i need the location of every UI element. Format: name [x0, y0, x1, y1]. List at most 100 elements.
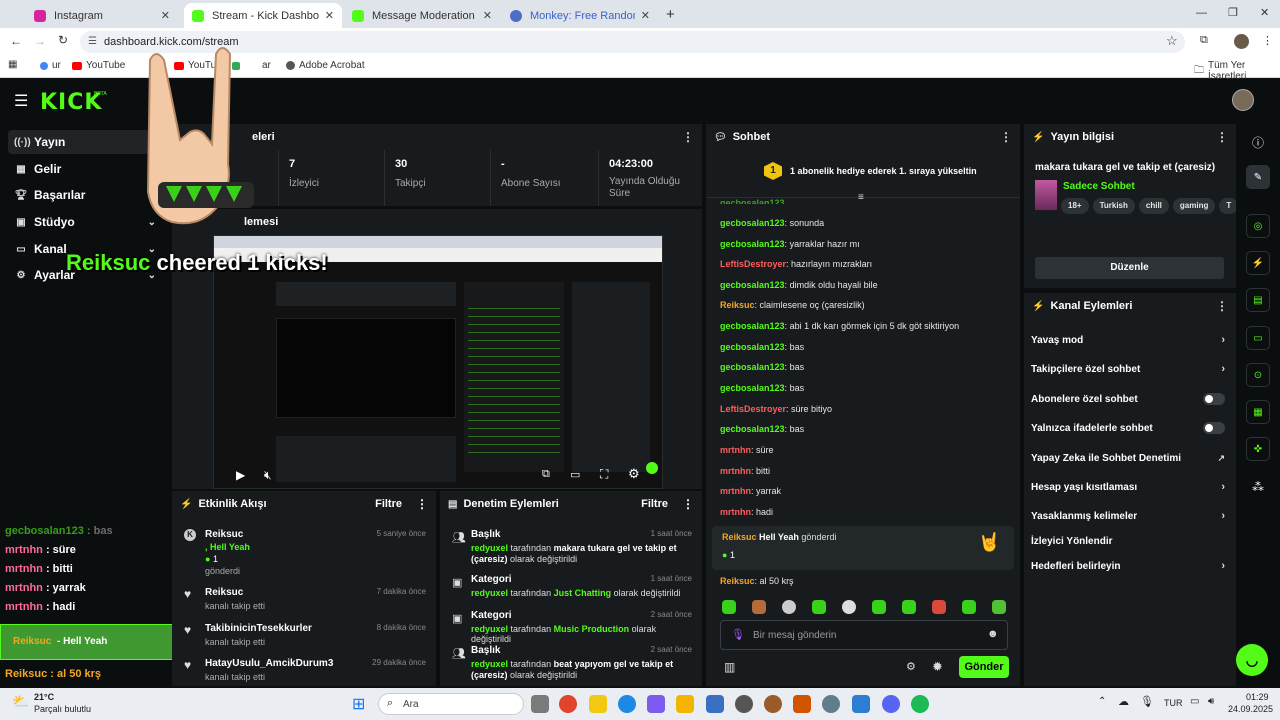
- restore-button[interactable]: ❐: [1228, 6, 1238, 19]
- bookmark-google[interactable]: ur: [40, 60, 61, 71]
- collapse-icon[interactable]: ≡: [858, 192, 864, 203]
- spotify-icon[interactable]: [911, 695, 929, 713]
- bookmark-star-icon[interactable]: ☆: [1166, 33, 1178, 49]
- emote-icon[interactable]: [842, 600, 856, 614]
- user-avatar[interactable]: [1232, 89, 1254, 111]
- edit-pencil-icon[interactable]: ✎: [1246, 165, 1270, 189]
- pinned-subscribe-goal[interactable]: 1 1 abonelik hediye ederek 1. sıraya yük…: [706, 154, 1020, 203]
- emoji-icon[interactable]: ☻: [987, 628, 999, 640]
- chat-username[interactable]: gecbosalan123: [720, 342, 785, 352]
- minimize-button[interactable]: —: [1196, 7, 1207, 19]
- chrome-icon[interactable]: [559, 695, 577, 713]
- emote-icon[interactable]: [872, 600, 886, 614]
- settings-app-icon[interactable]: [822, 695, 840, 713]
- help-chat-button[interactable]: ◡: [1236, 644, 1268, 676]
- back-arrow-icon[interactable]: ←: [10, 34, 22, 48]
- chat-settings-icon[interactable]: ⚙: [906, 660, 916, 673]
- file-explorer-icon[interactable]: [676, 695, 694, 713]
- target-icon[interactable]: ◎: [1246, 214, 1270, 238]
- shop-icon[interactable]: ▥: [724, 660, 735, 674]
- edge-icon[interactable]: [618, 695, 636, 713]
- tab-kick-dashboard[interactable]: Stream - Kick Dashboard ✕: [184, 3, 342, 28]
- store-icon[interactable]: [706, 695, 724, 713]
- info-icon[interactable]: ⓘ: [1252, 134, 1264, 151]
- action-set-goals[interactable]: Hedefleri belirleyin ›: [1031, 557, 1231, 575]
- chat-username[interactable]: mrtnhn: [720, 507, 751, 517]
- emote-icon[interactable]: [812, 600, 826, 614]
- action-subscribers-only[interactable]: Abonelere özel sohbet: [1031, 390, 1231, 408]
- broadcast-tool-icon[interactable]: ⊙: [1246, 363, 1270, 387]
- play-icon[interactable]: ▶: [236, 468, 245, 482]
- action-redirect-viewers[interactable]: İzleyici Yönlendir: [1031, 532, 1231, 550]
- bookmark-youtube-1[interactable]: YouTube: [72, 60, 125, 71]
- stream-info-menu-icon[interactable]: ⋮: [1216, 130, 1228, 144]
- browser-menu-icon[interactable]: ⋮: [1262, 34, 1273, 47]
- chat-tool-icon[interactable]: ▭: [1246, 326, 1270, 350]
- chat-username[interactable]: Reiksuc: [720, 300, 755, 310]
- moderation-filter-button[interactable]: Filtre: [641, 498, 668, 510]
- tab-instagram[interactable]: Instagram ✕: [26, 3, 178, 28]
- tray-chevron-icon[interactable]: ⌃: [1098, 696, 1106, 707]
- activity-filter-button[interactable]: Filtre: [375, 498, 402, 510]
- connections-icon[interactable]: ⁂: [1252, 480, 1264, 494]
- action-followers-only[interactable]: Takipçilere özel sohbet ›: [1031, 360, 1231, 378]
- moderation-menu-icon[interactable]: ⋮: [682, 497, 694, 511]
- chat-username[interactable]: mrtnhn: [720, 445, 751, 455]
- emote-icon[interactable]: [782, 600, 796, 614]
- onedrive-icon[interactable]: ☁: [1118, 695, 1129, 708]
- wrench-icon[interactable]: ✜: [1246, 437, 1270, 461]
- edit-stream-button[interactable]: Düzenle: [1035, 257, 1224, 279]
- emote-only-toggle[interactable]: [1203, 422, 1225, 434]
- app-icon[interactable]: [735, 695, 753, 713]
- action-ai-moderation[interactable]: Yapay Zeka ile Sohbet Denetimi ↗: [1031, 449, 1231, 467]
- site-info-icon[interactable]: ☰: [88, 31, 97, 53]
- close-window-button[interactable]: ✕: [1260, 6, 1269, 19]
- chat-username[interactable]: gecbosalan123: [720, 362, 785, 372]
- mic-tray-icon[interactable]: 🎙︎: [1140, 695, 1154, 708]
- close-tab-icon[interactable]: ✕: [483, 9, 492, 22]
- sticky-notes-icon[interactable]: [589, 695, 607, 713]
- activity-menu-icon[interactable]: ⋮: [416, 497, 428, 511]
- apps-grid-icon[interactable]: ▦: [8, 59, 17, 70]
- hamburger-menu-icon[interactable]: ☰: [14, 91, 28, 111]
- bookmark-adobe[interactable]: Adobe Acrobat: [286, 60, 365, 71]
- chat-username[interactable]: gecbosalan123: [720, 280, 785, 290]
- action-slow-mode[interactable]: Yavaş mod ›: [1031, 331, 1231, 349]
- chat-username[interactable]: gecbosalan123: [720, 218, 785, 228]
- chat-username[interactable]: mrtnhn: [720, 486, 751, 496]
- close-tab-icon[interactable]: ✕: [641, 9, 650, 22]
- lightning-tool-icon[interactable]: ⚡: [1246, 251, 1270, 275]
- windows-start-icon[interactable]: ⊞: [352, 694, 365, 714]
- forward-arrow-icon[interactable]: →: [34, 34, 46, 48]
- chat-username[interactable]: gecbosalan123: [720, 321, 785, 331]
- close-tab-icon[interactable]: ✕: [325, 9, 334, 22]
- action-emote-only[interactable]: Yalnızca ifadelerle sohbet: [1031, 419, 1231, 437]
- copilot-icon[interactable]: [647, 695, 665, 713]
- chat-username[interactable]: mrtnhn: [720, 466, 751, 476]
- emote-icon[interactable]: [902, 600, 916, 614]
- mute-icon[interactable]: 🔇︎: [264, 468, 272, 483]
- chat-message-input[interactable]: 🎙︎ Bir mesaj gönderin ☻: [720, 620, 1008, 650]
- chat-username[interactable]: gecbosalan123: [720, 383, 785, 393]
- send-button[interactable]: Gönder: [959, 656, 1009, 678]
- action-banned-words[interactable]: Yasaklanmış kelimeler ›: [1031, 507, 1231, 525]
- microphone-icon[interactable]: 🎙︎: [731, 628, 745, 641]
- app-icon[interactable]: [764, 695, 782, 713]
- clipboard-icon[interactable]: ▤: [1246, 288, 1270, 312]
- fullscreen-icon[interactable]: ⛶: [600, 467, 608, 482]
- app-icon[interactable]: [852, 695, 870, 713]
- tab-message-moderation[interactable]: Message Moderation - Kick Da ✕: [344, 3, 500, 28]
- network-icon[interactable]: ▭: [1190, 696, 1199, 707]
- new-tab-button[interactable]: +: [666, 6, 675, 23]
- chat-username[interactable]: gecbosalan123: [720, 424, 785, 434]
- tab-monkey[interactable]: Monkey: Free Random Video C ✕: [502, 3, 658, 28]
- action-account-age[interactable]: Hesap yaşı kısıtlaması ›: [1031, 478, 1231, 496]
- task-view-icon[interactable]: [531, 695, 549, 713]
- badge-settings-icon[interactable]: ✹: [932, 659, 943, 675]
- app-icon[interactable]: [793, 695, 811, 713]
- theater-icon[interactable]: ▭: [570, 468, 580, 481]
- emote-icon[interactable]: [722, 600, 736, 614]
- taskbar-search[interactable]: ⌕ Ara: [378, 693, 524, 715]
- pip-icon[interactable]: ⧉: [542, 468, 550, 481]
- chat-username[interactable]: LeftisDestroyer: [720, 404, 786, 414]
